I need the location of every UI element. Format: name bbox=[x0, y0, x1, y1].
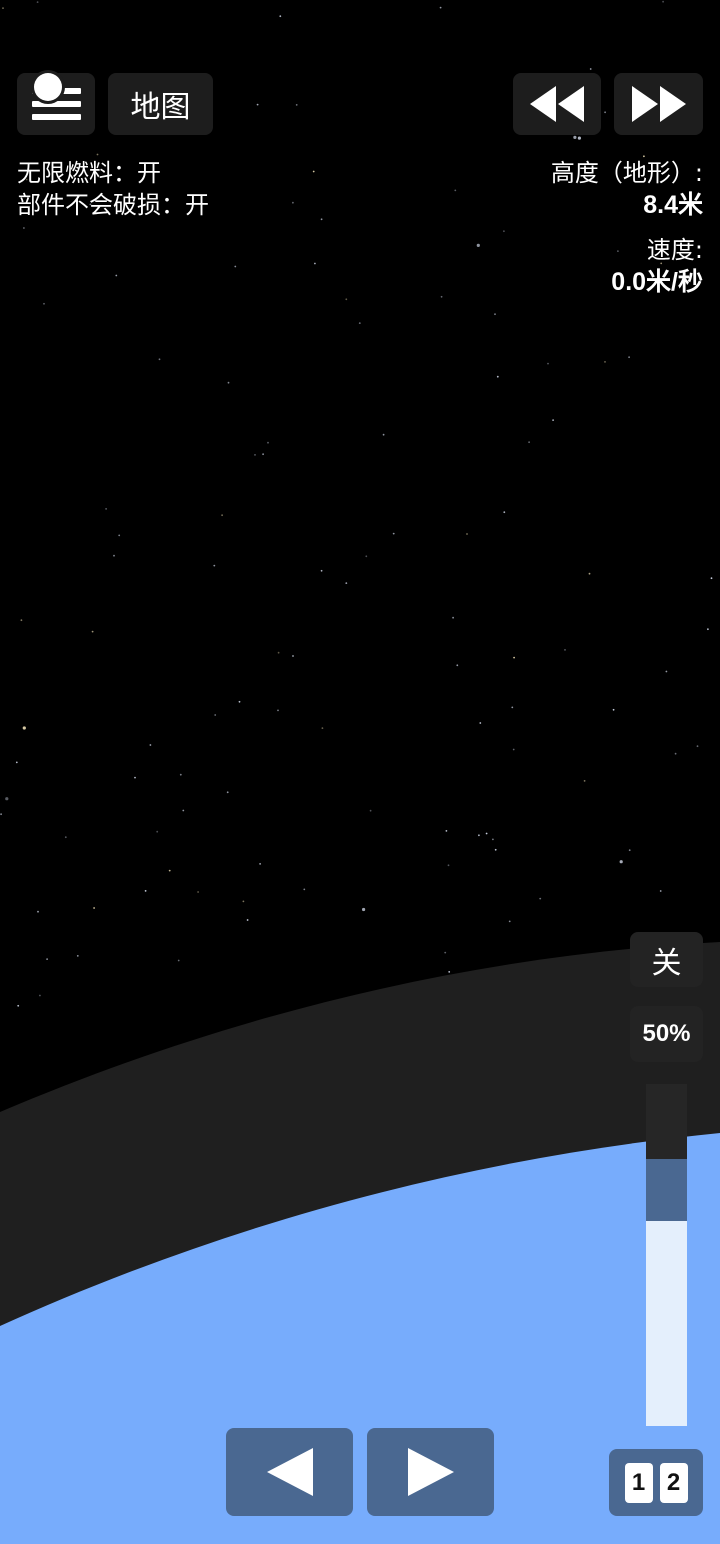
rotate-left-button[interactable] bbox=[226, 1428, 353, 1516]
altitude-value: 8.4米 bbox=[643, 191, 703, 219]
arrow-left-icon bbox=[266, 1448, 313, 1496]
throttle-handle[interactable] bbox=[646, 1159, 687, 1221]
arrow-right-icon bbox=[407, 1448, 454, 1496]
planet-view bbox=[0, 942, 720, 1544]
hamburger-menu-icon-bar-2 bbox=[32, 101, 81, 107]
time-warp-faster-button[interactable] bbox=[614, 73, 703, 135]
engine-toggle-label: 关 bbox=[651, 945, 682, 981]
throttle-percent-label: 50% bbox=[642, 1020, 691, 1047]
hamburger-menu-icon-bar-3 bbox=[32, 114, 81, 120]
rewind-icon bbox=[530, 86, 584, 122]
stage-digit-2: 2 bbox=[659, 1462, 688, 1503]
altitude-label: 高度（地形）: bbox=[550, 159, 703, 187]
rotate-right-button[interactable] bbox=[367, 1428, 494, 1516]
map-button[interactable]: 地图 bbox=[108, 73, 213, 135]
cheat-status: 无限燃料：开 部件不会破损：开 bbox=[17, 157, 209, 221]
throttle-fill bbox=[646, 1221, 687, 1426]
menu-button[interactable] bbox=[17, 73, 95, 135]
map-button-label: 地图 bbox=[130, 90, 191, 125]
speed-label: 速度: bbox=[646, 236, 703, 264]
stage-digit-1: 1 bbox=[624, 1462, 653, 1503]
unbreakable-parts-status: 部件不会破损：开 bbox=[17, 191, 209, 219]
speed-value: 0.0米/秒 bbox=[611, 268, 703, 296]
infinite-fuel-status: 无限燃料：开 bbox=[17, 159, 161, 187]
throttle-slider[interactable] bbox=[646, 1084, 687, 1426]
fast-forward-icon bbox=[631, 86, 686, 122]
speed-readout: 速度: 0.0米/秒 bbox=[611, 234, 703, 298]
stage-button[interactable]: 1 2 bbox=[609, 1449, 703, 1516]
engine-toggle-button[interactable]: 关 bbox=[630, 932, 703, 987]
notification-dot-icon bbox=[34, 73, 62, 101]
throttle-percent-button[interactable]: 50% bbox=[630, 1006, 703, 1062]
game-viewport: 地图 无限燃料：开 部件不会破损：开 高度（地形）: 8.4米 速度: 0.0米… bbox=[0, 0, 720, 1544]
altitude-readout: 高度（地形）: 8.4米 bbox=[551, 157, 703, 221]
time-warp-slower-button[interactable] bbox=[513, 73, 601, 135]
